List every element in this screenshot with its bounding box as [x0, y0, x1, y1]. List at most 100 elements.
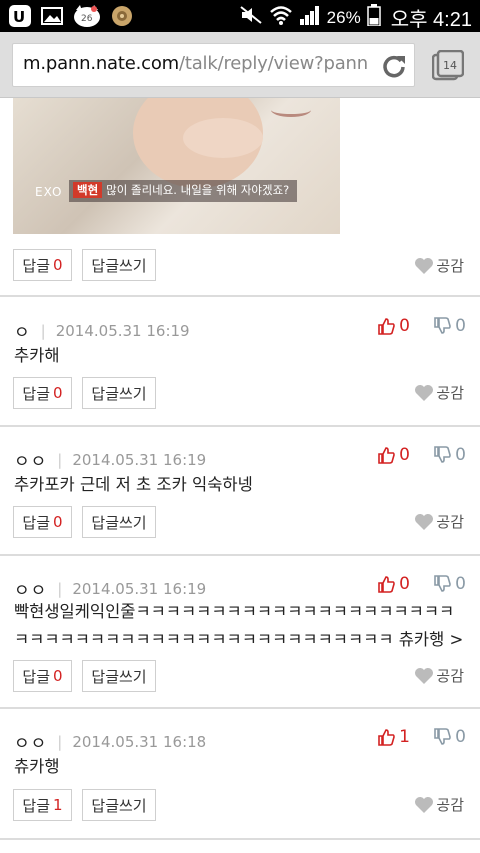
clock: 오후 4:21: [390, 9, 472, 31]
reload-icon[interactable]: [380, 52, 408, 80]
write-reply-label: 답글쓰기: [91, 667, 147, 686]
downvote-button[interactable]: 0: [433, 316, 466, 336]
comment-meta: ㅇㅇ | 2014.05.31 16:19: [14, 447, 207, 473]
comment-date: 2014.05.31 16:18: [72, 732, 207, 751]
thumbs-up-icon: [378, 729, 395, 746]
write-reply-button[interactable]: 답글쓰기: [82, 249, 156, 281]
comment-meta: ㅇ | 2014.05.31 16:19: [14, 318, 190, 344]
battery-percent: 26%: [326, 7, 361, 27]
comment-author: ㅇㅇ: [14, 734, 48, 754]
like-label: 공감: [436, 513, 464, 531]
url-bar[interactable]: m.pann.nate.com/talk/reply/view?pann: [12, 43, 415, 87]
heart-icon: [415, 796, 434, 813]
reply-count: 0: [53, 384, 63, 402]
reply-label: 답글: [22, 796, 51, 815]
upvote-count: 0: [399, 316, 410, 336]
downvote-button[interactable]: 0: [433, 727, 466, 747]
downvote-button[interactable]: 0: [433, 445, 466, 465]
comment-date: 2014.05.31 16:19: [72, 579, 207, 598]
reply-count: 0: [53, 256, 63, 274]
upvote-count: 0: [399, 445, 410, 465]
mute-icon: [239, 5, 263, 30]
write-reply-label: 답글쓰기: [91, 384, 147, 403]
exo-logo: EXO: [35, 185, 63, 199]
post-image[interactable]: EXO 백현 많이 졸리네요. 내일을 위해 자야겠죠?: [13, 98, 340, 234]
reply-count: 1: [53, 796, 63, 814]
write-reply-button[interactable]: 답글쓰기: [82, 377, 156, 409]
comment-text: 추카해: [14, 346, 60, 365]
url-path: /talk/reply/view?pann: [179, 53, 368, 74]
divider: [0, 554, 480, 556]
thumbs-down-icon: [434, 317, 451, 334]
divider: [0, 425, 480, 427]
heart-icon: [415, 513, 434, 530]
like-label: 공감: [436, 257, 464, 275]
heart-icon: [415, 667, 434, 684]
notification-badge: 26: [81, 14, 93, 24]
image-caption: 백현 많이 졸리네요. 내일을 위해 자야겠죠?: [69, 180, 298, 202]
thumbs-up-icon: [378, 318, 395, 335]
reply-label: 답글: [22, 384, 51, 403]
wifi-icon: [269, 4, 293, 31]
reply-count: 0: [53, 667, 63, 685]
comment-meta: ㅇㅇ | 2014.05.31 16:18: [14, 729, 207, 755]
signal-icon: [299, 5, 321, 30]
write-reply-label: 답글쓰기: [91, 796, 147, 815]
browser-toolbar: m.pann.nate.com/talk/reply/view?pann 14: [0, 32, 480, 98]
tabs-button[interactable]: 14: [431, 49, 465, 82]
comment-date: 2014.05.31 16:19: [55, 321, 190, 340]
thumbs-up-icon: [378, 447, 395, 464]
caption-text: 많이 졸리네요. 내일을 위해 자야겠죠?: [106, 183, 290, 197]
upvote-count: 0: [399, 574, 410, 594]
divider: [0, 295, 480, 297]
thumbs-down-icon: [434, 575, 451, 592]
battery-icon: [366, 4, 381, 31]
like-button[interactable]: 공감: [414, 665, 464, 686]
upvote-count: 1: [399, 727, 410, 747]
like-button[interactable]: 공감: [414, 794, 464, 815]
downvote-button[interactable]: 0: [433, 574, 466, 594]
reply-label: 답글: [22, 513, 51, 532]
reply-label: 답글: [22, 256, 51, 275]
reply-button[interactable]: 답글 1: [13, 789, 72, 821]
comment-author: ㅇ: [14, 323, 31, 343]
heart-icon: [415, 384, 434, 401]
comment-text: 츄카행: [14, 757, 60, 776]
hello-kitty-icon: 26: [72, 4, 102, 28]
flower-icon: [110, 4, 134, 28]
like-label: 공감: [436, 796, 464, 814]
reply-label: 답글: [22, 667, 51, 686]
tab-count: 14: [443, 59, 457, 72]
reply-button[interactable]: 답글 0: [13, 506, 72, 538]
upvote-button[interactable]: 1: [377, 727, 410, 747]
reply-button[interactable]: 답글 0: [13, 660, 72, 692]
svg-text:U: U: [13, 8, 25, 26]
downvote-count: 0: [455, 574, 466, 594]
divider: [0, 838, 480, 840]
url-text[interactable]: m.pann.nate.com/talk/reply/view?pann: [23, 53, 368, 74]
thumbs-down-icon: [434, 728, 451, 745]
write-reply-button[interactable]: 답글쓰기: [82, 660, 156, 692]
upvote-button[interactable]: 0: [377, 316, 410, 336]
comment-author: ㅇㅇ: [14, 452, 48, 472]
write-reply-button[interactable]: 답글쓰기: [82, 506, 156, 538]
reply-button[interactable]: 답글 0: [13, 249, 72, 281]
write-reply-button[interactable]: 답글쓰기: [82, 789, 156, 821]
write-reply-label: 답글쓰기: [91, 256, 147, 275]
thumbs-up-icon: [378, 576, 395, 593]
caption-name: 백현: [73, 182, 103, 198]
like-button[interactable]: 공감: [414, 511, 464, 532]
url-host: m.pann.nate.com: [23, 53, 179, 74]
comment-date: 2014.05.31 16:19: [72, 450, 207, 469]
upvote-button[interactable]: 0: [377, 445, 410, 465]
reply-button[interactable]: 답글 0: [13, 377, 72, 409]
upvote-button[interactable]: 0: [377, 574, 410, 594]
divider: [0, 707, 480, 709]
u-plus-icon: U: [8, 4, 32, 28]
downvote-count: 0: [455, 316, 466, 336]
reply-count: 0: [53, 513, 63, 531]
like-button[interactable]: 공감: [414, 382, 464, 403]
image-icon: [40, 4, 64, 28]
status-bar: U 26 26% 오후 4:21: [0, 0, 480, 32]
like-button[interactable]: 공감: [414, 255, 464, 276]
